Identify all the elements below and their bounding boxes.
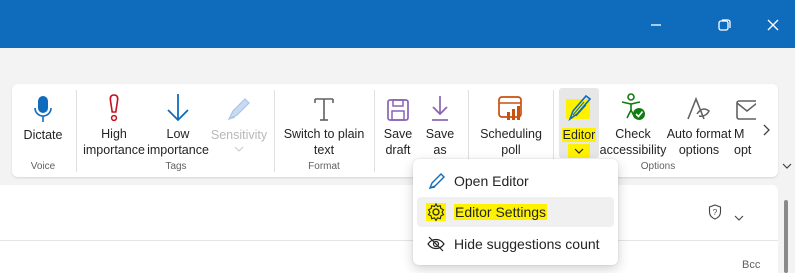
save-draft-label: Save draft [383, 127, 413, 157]
menu-item-label: Hide suggestions count [454, 236, 600, 252]
menu-item-label: Editor Settings [454, 204, 548, 220]
menu-item-open-editor[interactable]: Open Editor [417, 166, 614, 196]
compose-divider [0, 240, 778, 241]
group-label-format: Format [308, 161, 340, 172]
sensitivity-button[interactable]: Sensitivity [208, 84, 270, 158]
group-separator [274, 90, 275, 172]
editor-pen-icon [566, 94, 592, 122]
shield-question-icon: ? [708, 204, 722, 220]
mail-icon [736, 100, 756, 120]
chevron-down-icon [234, 146, 244, 152]
minimize-icon [651, 24, 661, 26]
high-importance-button[interactable]: High importance [82, 84, 146, 158]
switch-to-plain-text-button[interactable]: Switch to plain text [278, 84, 370, 158]
restore-icon [718, 19, 731, 31]
editor-dropdown-chevron[interactable] [568, 144, 590, 158]
dictate-button[interactable]: Dictate [20, 84, 66, 158]
gear-icon [421, 202, 451, 222]
ribbon: Dictate Voice High importance Low import… [12, 84, 778, 177]
eye-off-icon [421, 236, 451, 252]
editor-dropdown-menu: Open Editor Editor Settings Hide suggest… [413, 159, 618, 265]
menu-item-editor-settings[interactable]: Editor Settings [417, 197, 614, 227]
ribbon-scroll-right-button[interactable] [758, 122, 774, 138]
sensitivity-label: Sensitivity [210, 128, 268, 142]
restore-button[interactable] [710, 10, 740, 40]
save-draft-button[interactable]: Save draft [380, 84, 416, 158]
save-as-label: Save as [425, 127, 455, 157]
title-bar [0, 0, 795, 48]
dictate-label: Dictate [23, 128, 63, 142]
check-accessibility-label: Check accessibility [599, 127, 667, 157]
low-importance-label: Low importance [147, 127, 209, 157]
menu-item-hide-suggestions-count[interactable]: Hide suggestions count [417, 229, 614, 259]
low-importance-button[interactable]: Low importance [146, 84, 210, 158]
save-icon [387, 99, 409, 121]
sensitivity-icon [227, 98, 250, 121]
text-t-icon [314, 98, 334, 121]
check-accessibility-button[interactable]: Check accessibility [600, 84, 666, 158]
chevron-down-icon [734, 215, 744, 221]
pen-icon [421, 172, 451, 190]
compose-options-dropdown[interactable] [734, 208, 746, 221]
microphone-icon [34, 96, 52, 122]
bcc-button[interactable]: Bcc [742, 259, 760, 271]
auto-format-icon [687, 96, 710, 120]
chevron-right-icon [763, 124, 770, 136]
close-button[interactable] [758, 10, 788, 40]
editor-button[interactable]: Editor [559, 84, 599, 158]
accessibility-check-icon [621, 93, 645, 120]
editor-label: Editor [561, 128, 597, 142]
group-separator [374, 90, 375, 172]
ribbon-collapse-button[interactable] [780, 160, 794, 172]
minimize-button[interactable] [641, 10, 671, 40]
group-separator [76, 90, 77, 172]
sensitivity-shield-button[interactable]: ? [708, 204, 724, 220]
scheduling-poll-icon [498, 96, 522, 120]
chevron-down-icon [782, 163, 792, 169]
scrollbar[interactable] [784, 200, 788, 273]
compose-area [0, 185, 778, 273]
more-options-button-partial[interactable]: M opt [734, 84, 756, 158]
group-label-tags: Tags [165, 161, 187, 172]
scheduling-poll-button[interactable]: Scheduling poll [474, 84, 548, 158]
chevron-down-icon [574, 148, 584, 154]
auto-format-options-button[interactable]: Auto format options [666, 84, 732, 158]
close-icon [767, 19, 779, 31]
high-importance-label: High importance [83, 127, 145, 157]
svg-text:?: ? [713, 208, 718, 217]
exclamation-icon [109, 94, 119, 122]
save-as-button[interactable]: Save as [422, 84, 458, 158]
download-icon [432, 96, 448, 121]
auto-format-options-label: Auto format options [666, 127, 732, 157]
menu-item-label: Open Editor [454, 173, 529, 189]
more-options-label-partial: M opt [734, 127, 752, 157]
switch-to-plain-text-label: Switch to plain text [283, 127, 365, 157]
scheduling-poll-label: Scheduling poll [480, 127, 542, 157]
group-label-voice: Voice [30, 161, 56, 172]
arrow-down-icon [167, 94, 189, 122]
